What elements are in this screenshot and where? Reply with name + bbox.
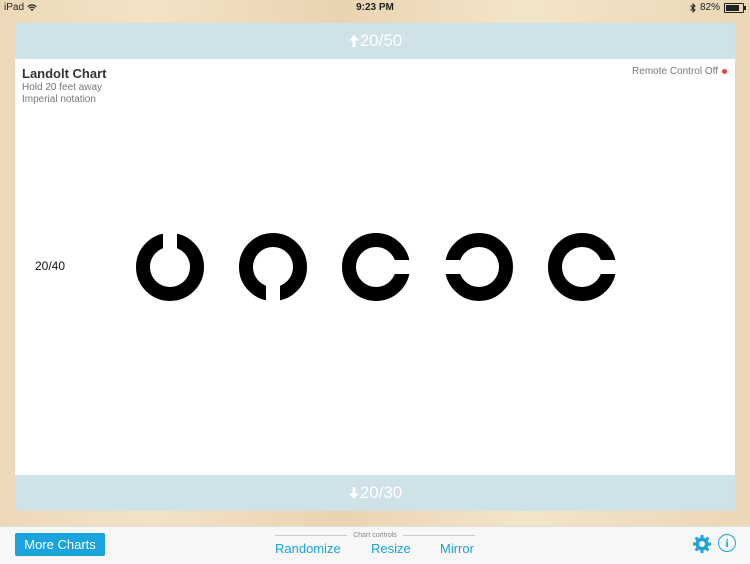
resize-button[interactable]: Resize	[371, 541, 411, 556]
battery-icon	[724, 2, 746, 13]
info-icon[interactable]: i	[718, 534, 736, 552]
larger-line-button[interactable]: 20/50	[15, 23, 735, 59]
notation-text: Imperial notation	[22, 94, 96, 105]
remote-control-status: Remote Control Off	[632, 66, 727, 77]
battery-percent: 82%	[699, 2, 720, 13]
remote-status-label: Remote Control Off	[632, 66, 718, 77]
clock: 9:23 PM	[356, 2, 394, 13]
chart-controls-label: Chart controls	[353, 532, 397, 539]
bluetooth-icon	[690, 2, 696, 13]
bottom-toolbar: More Charts Chart controls Randomize Res…	[0, 526, 750, 564]
randomize-button[interactable]: Randomize	[275, 541, 341, 556]
larger-line-label: 20/50	[359, 31, 403, 50]
acuity-label: 20/40	[35, 259, 66, 273]
gear-icon[interactable]	[692, 534, 712, 554]
chart-title: Landolt Chart	[22, 66, 107, 81]
more-charts-button[interactable]: More Charts	[15, 533, 105, 556]
chart-controls-caption: Chart controls	[275, 532, 476, 539]
landolt-c-left	[444, 233, 513, 301]
chart-card: 20/50 Landolt Chart Hold 20 feet away Im…	[15, 23, 735, 511]
landolt-c-right	[342, 233, 411, 301]
status-dot-icon	[722, 69, 727, 74]
arrow-down-icon	[348, 487, 359, 499]
smaller-line-label: 20/30	[359, 483, 403, 502]
landolt-c-up	[136, 232, 204, 301]
mirror-button[interactable]: Mirror	[440, 541, 474, 556]
landolt-c-right	[548, 233, 617, 301]
status-bar: iPad 9:23 PM 82%	[0, 0, 750, 16]
arrow-up-icon	[348, 35, 359, 47]
landolt-c-down	[239, 233, 307, 302]
distance-text: Hold 20 feet away	[22, 82, 103, 93]
smaller-line-button[interactable]: 20/30	[15, 475, 735, 511]
chart-info: Landolt Chart Hold 20 feet away Imperial…	[22, 66, 107, 105]
